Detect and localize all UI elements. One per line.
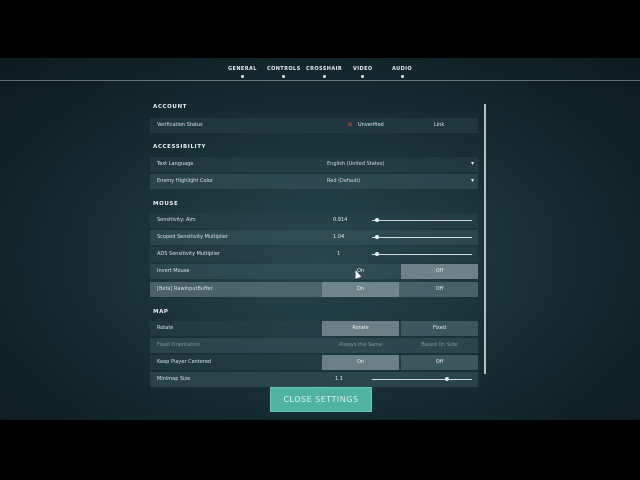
tab-indicator-dot: [361, 75, 365, 78]
row-text-language: Text Language English (United States) ▾: [150, 157, 478, 172]
row-sensitivity-aim: Sensitivity: Aim 0.914: [150, 213, 478, 228]
settings-scrollbar[interactable]: [484, 104, 486, 374]
chevron-down-icon: ▾: [470, 160, 474, 167]
fixed-orientation-label: Fixed Orientation: [157, 342, 200, 348]
text-language-value: English (United States): [327, 161, 385, 167]
sensitivity-aim-value[interactable]: 0.914: [333, 217, 347, 223]
minimap-size-label: Minimap Size: [157, 376, 191, 382]
tab-audio[interactable]: AUDIO: [392, 66, 413, 78]
enemy-highlight-dropdown[interactable]: Red (Default) ▾: [322, 174, 477, 189]
based-on-side-option-button[interactable]: Based On Side: [401, 338, 478, 353]
close-settings-button[interactable]: CLOSE SETTINGS: [270, 387, 372, 412]
row-invert-mouse: Invert Mouse On Off: [150, 264, 478, 279]
ads-sensitivity-label: ADS Sensitivity Multiplier: [157, 251, 220, 257]
keep-player-centered-label: Keep Player Centered: [157, 359, 212, 365]
keep-centered-off-button[interactable]: Off: [401, 355, 478, 370]
invert-mouse-label: Invert Mouse: [157, 268, 190, 274]
raw-input-buffer-on-button[interactable]: On: [322, 282, 399, 297]
tab-indicator-dot: [322, 75, 326, 78]
scoped-sensitivity-slider[interactable]: [372, 237, 472, 238]
map-rotate-option-button[interactable]: Rotate: [322, 321, 399, 336]
sensitivity-aim-slider[interactable]: [372, 220, 472, 221]
text-language-label: Text Language: [157, 161, 194, 167]
row-scoped-sensitivity: Scoped Sensitivity Multiplier 1.04: [150, 230, 478, 245]
tab-video-label: VIDEO: [353, 66, 373, 72]
row-map-rotate: Rotate Rotate Fixed: [150, 321, 478, 336]
minimap-size-value[interactable]: 1.1: [335, 376, 343, 382]
tab-general-label: GENERAL: [228, 66, 257, 72]
tab-indicator-dot: [240, 75, 244, 78]
link-account-button[interactable]: Link: [434, 122, 444, 128]
tab-crosshair[interactable]: CROSSHAIR: [306, 66, 343, 78]
settings-panel: ACCOUNT Verification Status ✕ Unverified…: [150, 96, 480, 420]
chevron-down-icon: ▾: [470, 177, 474, 184]
tab-crosshair-label: CROSSHAIR: [306, 66, 343, 72]
raw-input-buffer-off-button[interactable]: Off: [401, 282, 478, 297]
map-fixed-option-button[interactable]: Fixed: [401, 321, 478, 336]
row-ads-sensitivity: ADS Sensitivity Multiplier 1: [150, 247, 478, 262]
row-raw-input-buffer: [Beta] RawInputBuffer On Off: [150, 282, 478, 297]
scoped-sensitivity-label: Scoped Sensitivity Multiplier: [157, 234, 228, 240]
section-header-accessibility: ACCESSIBILITY: [153, 144, 207, 150]
scoped-sensitivity-value[interactable]: 1.04: [333, 234, 344, 240]
minimap-size-slider[interactable]: [372, 379, 472, 380]
row-keep-player-centered: Keep Player Centered On Off: [150, 355, 478, 370]
section-header-account: ACCOUNT: [153, 104, 188, 110]
sensitivity-aim-slider-knob[interactable]: [375, 218, 379, 222]
section-header-mouse: MOUSE: [153, 201, 179, 207]
enemy-highlight-label: Enemy Highlight Color: [157, 178, 214, 184]
minimap-size-slider-knob[interactable]: [445, 377, 449, 381]
raw-input-buffer-label: [Beta] RawInputBuffer: [157, 286, 213, 292]
map-rotate-label: Rotate: [157, 325, 174, 331]
scoped-sensitivity-slider-knob[interactable]: [375, 235, 379, 239]
verification-status-value: Unverified: [358, 122, 384, 128]
tab-general[interactable]: GENERAL: [228, 66, 257, 78]
settings-top-nav: GENERAL CONTROLS CROSSHAIR VIDEO AUDIO: [0, 58, 640, 81]
enemy-highlight-value: Red (Default): [327, 178, 361, 184]
ads-sensitivity-slider-knob[interactable]: [375, 252, 379, 256]
row-verification-status: Verification Status ✕ Unverified Link: [150, 118, 478, 133]
settings-screen: GENERAL CONTROLS CROSSHAIR VIDEO AUDIO A…: [0, 58, 640, 420]
keep-centered-on-button[interactable]: On: [322, 355, 399, 370]
row-fixed-orientation: Fixed Orientation Always the Same Based …: [150, 338, 478, 353]
text-language-dropdown[interactable]: English (United States) ▾: [322, 157, 477, 172]
always-same-option-button[interactable]: Always the Same: [322, 338, 399, 353]
sensitivity-aim-label: Sensitivity: Aim: [157, 217, 196, 223]
tab-controls[interactable]: CONTROLS: [267, 66, 301, 78]
tab-indicator-dot: [400, 75, 404, 78]
row-enemy-highlight-color: Enemy Highlight Color Red (Default) ▾: [150, 174, 478, 189]
tab-video[interactable]: VIDEO: [353, 66, 373, 78]
section-header-map: MAP: [153, 309, 169, 315]
verification-status-label: Verification Status: [157, 122, 203, 128]
unverified-x-icon: ✕: [347, 121, 353, 129]
invert-mouse-off-button[interactable]: Off: [401, 264, 478, 279]
tab-audio-label: AUDIO: [392, 66, 413, 72]
tab-indicator-dot: [282, 75, 286, 78]
row-minimap-size: Minimap Size 1.1: [150, 372, 478, 387]
ads-sensitivity-slider[interactable]: [372, 254, 472, 255]
ads-sensitivity-value[interactable]: 1: [337, 251, 340, 257]
tab-controls-label: CONTROLS: [267, 66, 301, 72]
